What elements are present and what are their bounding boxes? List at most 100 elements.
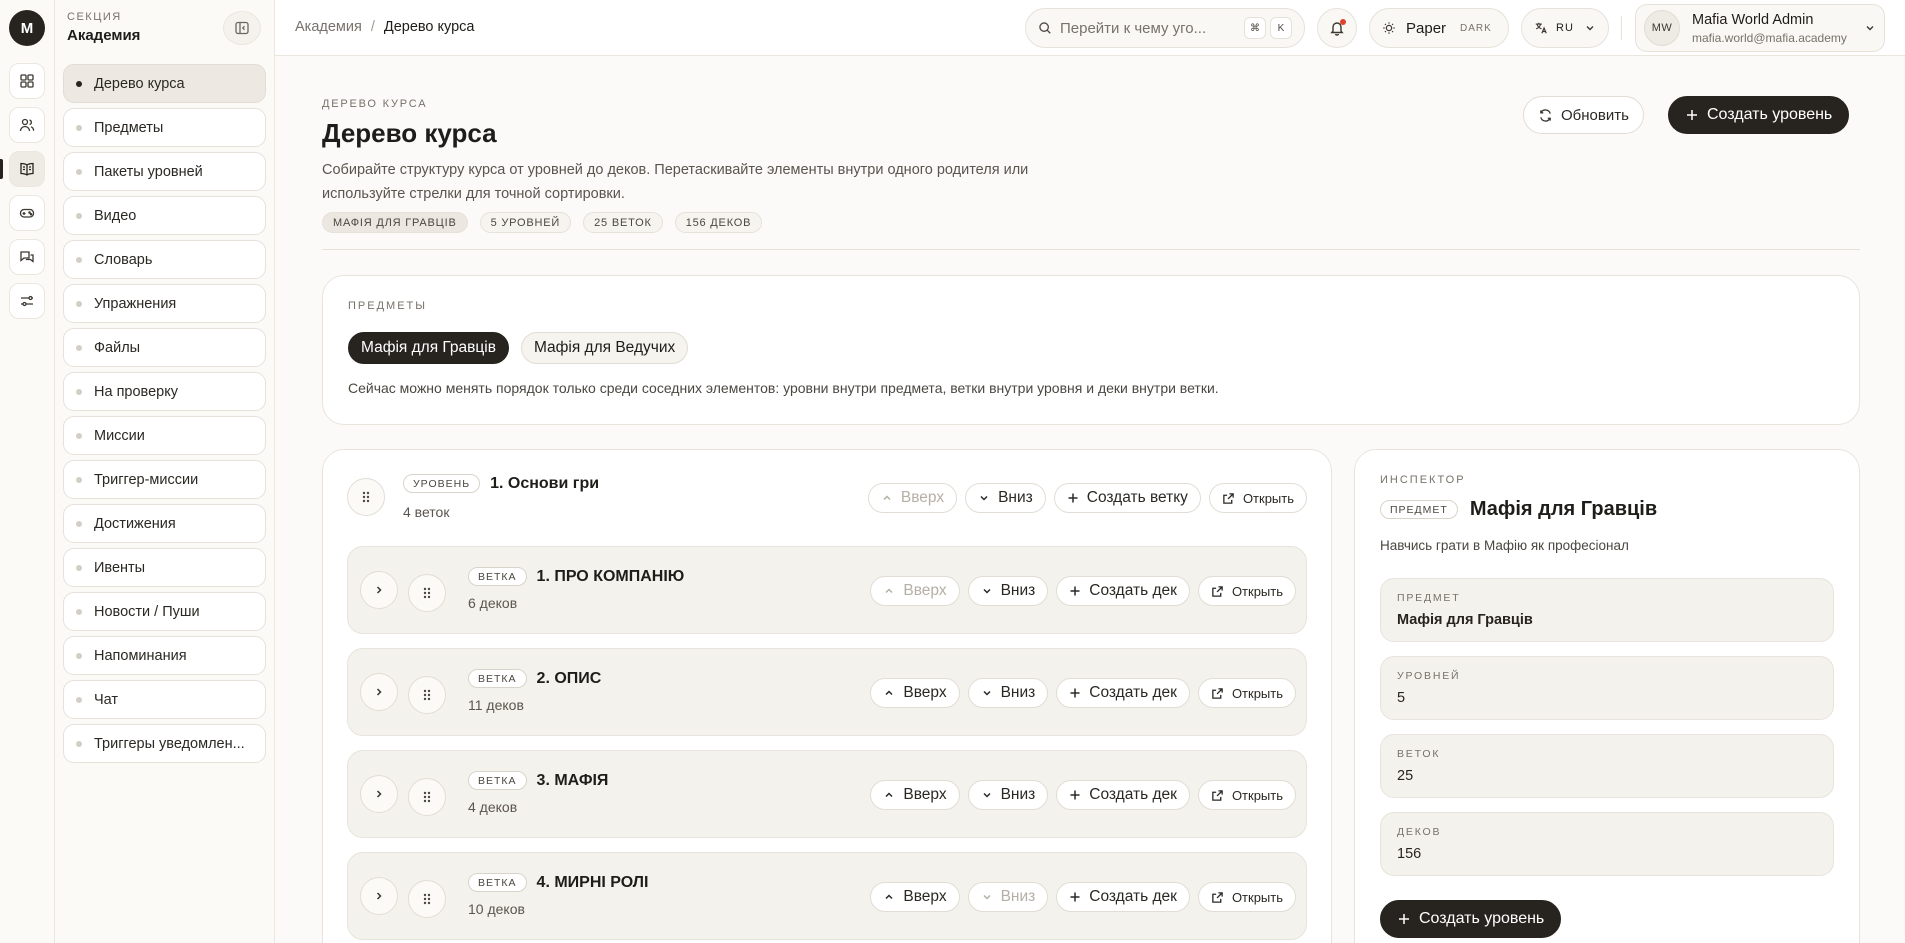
drag-handle[interactable]: [347, 478, 385, 516]
sliders-icon[interactable]: [9, 283, 45, 319]
drag-handle-icon: [423, 791, 431, 803]
branch-up-button[interactable]: Вверх: [870, 780, 960, 810]
open-branch-button[interactable]: Открыть: [1197, 780, 1296, 810]
branch-up-button[interactable]: Вверх: [870, 576, 960, 606]
translate-icon: [1535, 22, 1547, 34]
drag-handle[interactable]: [408, 676, 446, 714]
branch-down-button[interactable]: Вниз: [967, 882, 1049, 912]
field-label: ДЕКОВ: [1397, 826, 1442, 838]
branch-down-button[interactable]: Вниз: [967, 780, 1049, 810]
sidebar-item-notification-triggers[interactable]: Триггеры уведомлен...: [63, 724, 266, 763]
refresh-button[interactable]: Обновить: [1523, 96, 1644, 134]
open-branch-button[interactable]: Открыть: [1197, 576, 1296, 606]
create-deck-button[interactable]: Создать дек: [1056, 780, 1190, 810]
branch-title: 1. ПРО КОМПАНІЮ: [536, 567, 685, 585]
app-logo[interactable]: M: [9, 10, 45, 46]
theme-alt: DARK: [1460, 22, 1492, 34]
open-level-button[interactable]: Открыть: [1208, 483, 1307, 513]
sidebar-item-events[interactable]: Ивенты: [63, 548, 266, 587]
open-branch-button[interactable]: Открыть: [1197, 678, 1296, 708]
branch-down-button[interactable]: Вниз: [967, 678, 1049, 708]
user-menu[interactable]: MW Mafia World Admin mafia.world@mafia.a…: [1635, 4, 1885, 52]
expand-branch-button[interactable]: [360, 877, 398, 915]
sidebar-item-reminders[interactable]: Напоминания: [63, 636, 266, 675]
grid-icon[interactable]: [9, 63, 45, 99]
sidebar-item-dictionary[interactable]: Словарь: [63, 240, 266, 279]
field-label: УРОВНЕЙ: [1397, 670, 1461, 682]
section-title: Академия: [67, 27, 141, 44]
create-deck-button[interactable]: Создать дек: [1056, 576, 1190, 606]
tab-subject-hosts[interactable]: Мафія для Ведучих: [520, 332, 689, 364]
language-select[interactable]: RU: [1521, 8, 1609, 48]
branch-tag: ВЕТКА: [468, 771, 527, 790]
branch-up-button[interactable]: Вверх: [870, 882, 960, 912]
chevron-down-icon: [980, 495, 988, 501]
sidebar-item-achievements[interactable]: Достижения: [63, 504, 266, 543]
top-bar: Академия / Дерево курса Перейти к чему у…: [275, 0, 1905, 56]
down-label: Вниз: [998, 489, 1033, 506]
chat-icon[interactable]: [9, 239, 45, 275]
sidebar-item-files[interactable]: Файлы: [63, 328, 266, 367]
drag-handle[interactable]: [408, 778, 446, 816]
dot-icon: [76, 212, 82, 219]
expand-branch-button[interactable]: [360, 571, 398, 609]
up-label: Вверх: [903, 786, 947, 803]
sidebar-item-subjects[interactable]: Предметы: [63, 108, 266, 147]
open-label: Открыть: [1231, 685, 1283, 701]
sidebar-item-missions[interactable]: Миссии: [63, 416, 266, 455]
sidebar-item-trigger-missions[interactable]: Триггер-миссии: [63, 460, 266, 499]
gamepad-icon[interactable]: [9, 195, 45, 231]
theme-toggle[interactable]: Paper DARK: [1369, 8, 1509, 48]
sidebar-item-review[interactable]: На проверку: [63, 372, 266, 411]
branch-up-button[interactable]: Вверх: [870, 678, 960, 708]
create-deck-button[interactable]: Создать дек: [1056, 882, 1190, 912]
drag-handle[interactable]: [408, 574, 446, 612]
branch-row: ВЕТКА 3. МАФІЯ 4 деков Вверх Вниз Создат…: [347, 750, 1307, 838]
create-deck-label: Создать дек: [1089, 582, 1177, 599]
app-rail: M: [0, 0, 55, 943]
sidebar-item-course-tree[interactable]: Дерево курса: [63, 64, 266, 103]
inspector-create-level-button[interactable]: Создать уровень: [1380, 900, 1562, 938]
sidebar-item-chat[interactable]: Чат: [63, 680, 266, 719]
sidebar-item-label: Чат: [94, 691, 119, 708]
chevron-up-icon: [885, 690, 893, 696]
field-label: ПРЕДМЕТ: [1397, 592, 1461, 604]
sidebar-item-exercises[interactable]: Упражнения: [63, 284, 266, 323]
field-subject: ПРЕДМЕТ Мафія для Гравців: [1380, 578, 1834, 642]
drag-handle[interactable]: [408, 880, 446, 918]
inspector-title: Мафія для Гравців: [1469, 498, 1658, 520]
notifications-button[interactable]: [1317, 8, 1357, 48]
tab-subject-players[interactable]: Мафія для Гравців: [348, 332, 509, 364]
create-deck-button[interactable]: Создать дек: [1056, 678, 1190, 708]
expand-branch-button[interactable]: [360, 775, 398, 813]
chevron-down-icon: [983, 588, 991, 594]
expand-branch-button[interactable]: [360, 673, 398, 711]
book-icon[interactable]: [9, 151, 45, 187]
branch-deck-count: 11 деков: [468, 697, 524, 713]
create-level-button[interactable]: Создать уровень: [1668, 96, 1850, 134]
dot-icon: [76, 80, 82, 87]
open-branch-button[interactable]: Открыть: [1197, 882, 1296, 912]
create-deck-label: Создать дек: [1089, 684, 1177, 701]
branch-down-button[interactable]: Вниз: [967, 576, 1049, 606]
users-icon[interactable]: [9, 107, 45, 143]
create-branch-label: Создать ветку: [1086, 489, 1188, 506]
level-down-button[interactable]: Вниз: [965, 483, 1046, 513]
sidebar-item-level-packs[interactable]: Пакеты уровней: [63, 152, 266, 191]
sidebar-item-video[interactable]: Видео: [63, 196, 266, 235]
search-icon: [1039, 22, 1051, 34]
dot-icon: [76, 696, 82, 703]
level-branch-count: 4 веток: [403, 504, 450, 520]
down-label: Вниз: [1000, 786, 1036, 803]
chevron-up-icon: [885, 588, 893, 594]
command-search[interactable]: Перейти к чему уго... ⌘ K: [1025, 8, 1305, 48]
create-branch-button[interactable]: Создать ветку: [1053, 483, 1201, 513]
sidebar-item-news-push[interactable]: Новости / Пуши: [63, 592, 266, 631]
plus-icon: [1687, 110, 1697, 120]
breadcrumb-root[interactable]: Академия: [295, 19, 362, 35]
subjects-note: Сейчас можно менять порядок только среди…: [348, 380, 1219, 396]
breadcrumb: Академия / Дерево курса: [295, 19, 475, 35]
sidebar-item-label: Миссии: [94, 427, 145, 444]
level-up-button[interactable]: Вверх: [867, 483, 958, 513]
collapse-sidebar-button[interactable]: [223, 11, 261, 45]
